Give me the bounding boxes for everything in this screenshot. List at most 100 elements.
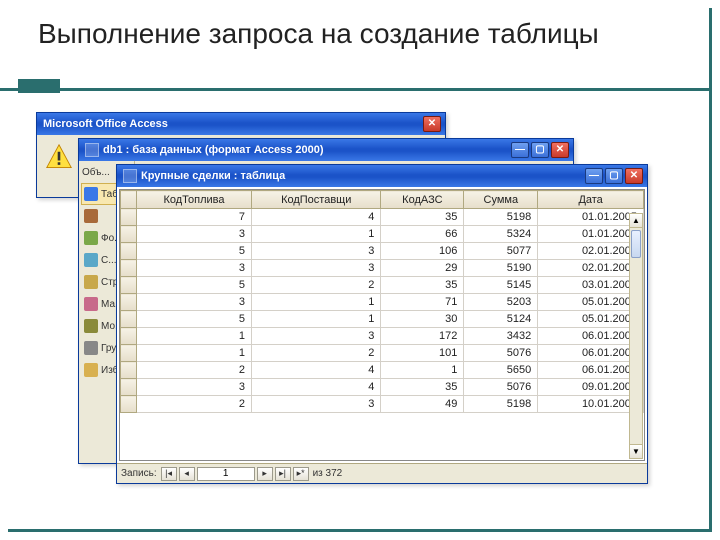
vertical-scrollbar[interactable]: ▲ ▼: [629, 213, 643, 459]
cell[interactable]: 01.01.2005: [538, 226, 644, 243]
cell[interactable]: 5203: [464, 294, 538, 311]
row-selector[interactable]: [121, 209, 137, 226]
cell[interactable]: 3: [252, 328, 381, 345]
nav-last-button[interactable]: ▸|: [275, 467, 291, 481]
row-selector[interactable]: [121, 396, 137, 413]
cell[interactable]: 101: [381, 345, 464, 362]
cell[interactable]: 1: [137, 328, 252, 345]
cell[interactable]: 06.01.2005: [538, 328, 644, 345]
scroll-up-arrow[interactable]: ▲: [630, 214, 642, 228]
cell[interactable]: 3: [137, 379, 252, 396]
row-selector[interactable]: [121, 362, 137, 379]
minimize-button[interactable]: —: [511, 142, 529, 158]
db-titlebar[interactable]: db1 : база данных (формат Access 2000) —…: [79, 139, 573, 161]
datasheet-grid[interactable]: КодТопливаКодПоставщиКодАЗССуммаДата 743…: [120, 190, 644, 413]
column-header[interactable]: КодАЗС: [381, 191, 464, 209]
cell[interactable]: 3: [252, 396, 381, 413]
column-header[interactable]: КодПоставщи: [252, 191, 381, 209]
cell[interactable]: 5650: [464, 362, 538, 379]
cell[interactable]: 1: [252, 226, 381, 243]
column-header[interactable]: Дата: [538, 191, 644, 209]
cell[interactable]: 06.01.2005: [538, 345, 644, 362]
cell[interactable]: 4: [252, 379, 381, 396]
table-row[interactable]: 5235514503.01.2005: [121, 277, 644, 294]
column-header[interactable]: Сумма: [464, 191, 538, 209]
cell[interactable]: 1: [252, 311, 381, 328]
close-button[interactable]: ✕: [625, 168, 643, 184]
cell[interactable]: 35: [381, 277, 464, 294]
cell[interactable]: 5190: [464, 260, 538, 277]
cell[interactable]: 5: [137, 243, 252, 260]
cell[interactable]: 2: [252, 277, 381, 294]
table-row[interactable]: 241565006.01.2005: [121, 362, 644, 379]
alert-titlebar[interactable]: Microsoft Office Access ✕: [37, 113, 445, 135]
table-row[interactable]: 3166532401.01.2005: [121, 226, 644, 243]
cell[interactable]: 10.01.2005: [538, 396, 644, 413]
table-row[interactable]: 5130512405.01.2005: [121, 311, 644, 328]
cell[interactable]: 06.01.2005: [538, 362, 644, 379]
cell[interactable]: 05.01.2005: [538, 294, 644, 311]
cell[interactable]: 2: [137, 396, 252, 413]
cell[interactable]: 4: [252, 209, 381, 226]
row-selector[interactable]: [121, 243, 137, 260]
cell[interactable]: 172: [381, 328, 464, 345]
cell[interactable]: 3432: [464, 328, 538, 345]
cell[interactable]: 35: [381, 379, 464, 396]
cell[interactable]: 5: [137, 311, 252, 328]
cell[interactable]: 5076: [464, 345, 538, 362]
nav-record-field[interactable]: 1: [197, 467, 255, 481]
scroll-thumb[interactable]: [631, 230, 641, 258]
row-selector[interactable]: [121, 345, 137, 362]
row-selector[interactable]: [121, 328, 137, 345]
cell[interactable]: 1: [252, 294, 381, 311]
nav-new-button[interactable]: ▸*: [293, 467, 309, 481]
cell[interactable]: 5198: [464, 396, 538, 413]
cell[interactable]: 02.01.2005: [538, 243, 644, 260]
close-button[interactable]: ✕: [551, 142, 569, 158]
cell[interactable]: 3: [252, 243, 381, 260]
cell[interactable]: 5145: [464, 277, 538, 294]
cell[interactable]: 1: [137, 345, 252, 362]
table-row[interactable]: 3329519002.01.2005: [121, 260, 644, 277]
table-row[interactable]: 2349519810.01.2005: [121, 396, 644, 413]
table-row[interactable]: 3435507609.01.2005: [121, 379, 644, 396]
cell[interactable]: 3: [137, 226, 252, 243]
cell[interactable]: 3: [252, 260, 381, 277]
nav-first-button[interactable]: |◂: [161, 467, 177, 481]
cell[interactable]: 01.01.2005: [538, 209, 644, 226]
row-selector[interactable]: [121, 311, 137, 328]
cell[interactable]: 1: [381, 362, 464, 379]
nav-prev-button[interactable]: ◂: [179, 467, 195, 481]
cell[interactable]: 5324: [464, 226, 538, 243]
cell[interactable]: 71: [381, 294, 464, 311]
cell[interactable]: 35: [381, 209, 464, 226]
cell[interactable]: 4: [252, 362, 381, 379]
cell[interactable]: 29: [381, 260, 464, 277]
cell[interactable]: 106: [381, 243, 464, 260]
table-row[interactable]: 7435519801.01.2005: [121, 209, 644, 226]
nav-next-button[interactable]: ▸: [257, 467, 273, 481]
table-row[interactable]: 3171520305.01.2005: [121, 294, 644, 311]
cell[interactable]: 2: [252, 345, 381, 362]
cell[interactable]: 3: [137, 294, 252, 311]
scroll-down-arrow[interactable]: ▼: [630, 444, 642, 458]
cell[interactable]: 5076: [464, 379, 538, 396]
row-selector[interactable]: [121, 277, 137, 294]
cell[interactable]: 09.01.2005: [538, 379, 644, 396]
cell[interactable]: 5124: [464, 311, 538, 328]
row-selector-header[interactable]: [121, 191, 137, 209]
cell[interactable]: 5: [137, 277, 252, 294]
cell[interactable]: 2: [137, 362, 252, 379]
cell[interactable]: 49: [381, 396, 464, 413]
cell[interactable]: 5077: [464, 243, 538, 260]
table-row[interactable]: 13172343206.01.2005: [121, 328, 644, 345]
table-row[interactable]: 12101507606.01.2005: [121, 345, 644, 362]
row-selector[interactable]: [121, 260, 137, 277]
table-titlebar[interactable]: Крупные сделки : таблица — ▢ ✕: [117, 165, 647, 187]
row-selector[interactable]: [121, 294, 137, 311]
cell[interactable]: 02.01.2005: [538, 260, 644, 277]
cell[interactable]: 30: [381, 311, 464, 328]
minimize-button[interactable]: —: [585, 168, 603, 184]
cell[interactable]: 66: [381, 226, 464, 243]
cell[interactable]: 05.01.2005: [538, 311, 644, 328]
